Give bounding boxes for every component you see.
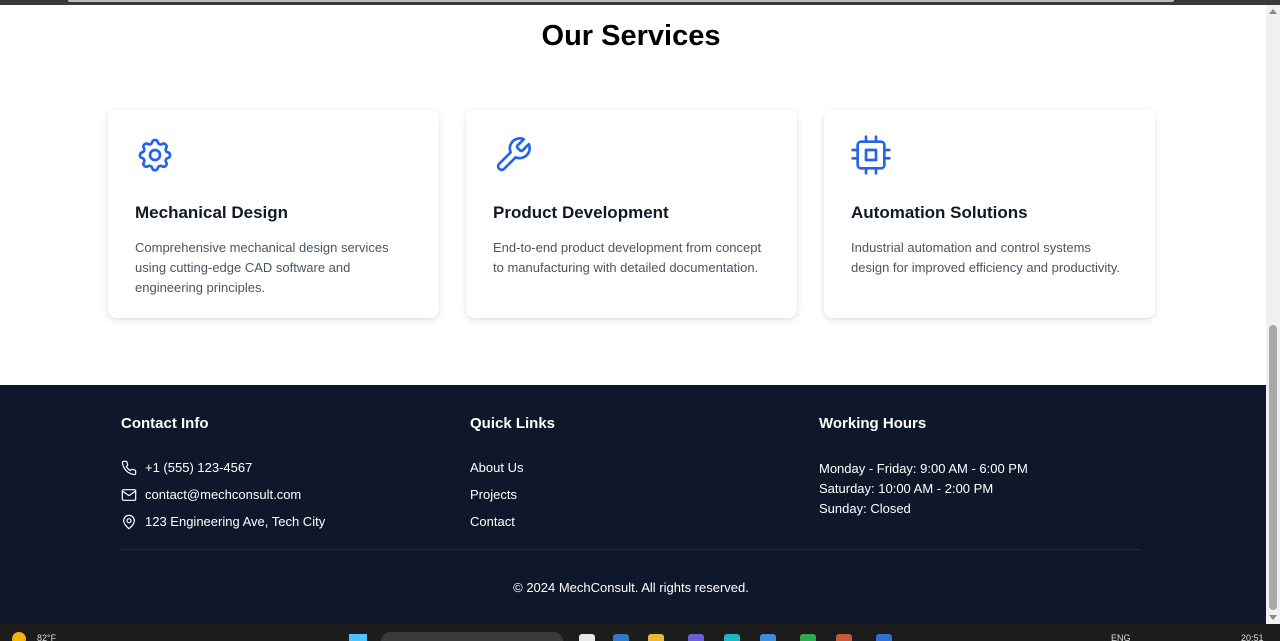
taskbar-app-icon[interactable] bbox=[688, 634, 704, 641]
contact-phone[interactable]: +1 (555) 123-4567 bbox=[121, 454, 325, 481]
address-bar-edge[interactable] bbox=[68, 0, 1174, 2]
gear-icon bbox=[135, 135, 175, 175]
service-description: Industrial automation and control system… bbox=[851, 240, 1121, 275]
phone-icon bbox=[121, 460, 137, 476]
taskbar-search-box[interactable] bbox=[381, 632, 563, 641]
scroll-down-arrow-icon[interactable] bbox=[1269, 615, 1277, 620]
windows-start-icon[interactable] bbox=[349, 634, 367, 641]
quick-links-heading: Quick Links bbox=[470, 415, 556, 432]
folder-icon[interactable] bbox=[648, 634, 664, 641]
footer-link-projects[interactable]: Projects bbox=[470, 481, 555, 508]
map-pin-icon bbox=[121, 514, 137, 530]
service-card-mechanical-design: Mechanical Design Comprehensive mechanic… bbox=[108, 110, 439, 318]
contact-info-heading: Contact Info bbox=[121, 415, 209, 432]
hours-weekdays: Monday - Friday: 9:00 AM - 6:00 PM bbox=[819, 461, 1028, 476]
taskbar-app-icon[interactable] bbox=[613, 634, 629, 641]
email-address: contact@mechconsult.com bbox=[145, 487, 302, 502]
weather-sun-icon[interactable] bbox=[12, 632, 26, 641]
contact-email[interactable]: contact@mechconsult.com bbox=[121, 481, 325, 508]
contact-info-column: Contact Info +1 (555) 123-4567 contact@m… bbox=[121, 415, 325, 535]
page-scrollbar[interactable] bbox=[1266, 5, 1280, 624]
page-viewport: Our Services Mechanical Design Comprehen… bbox=[0, 5, 1266, 624]
service-description: End-to-end product development from conc… bbox=[493, 240, 762, 275]
wrench-icon bbox=[493, 135, 533, 175]
os-taskbar: 82°F ENG 20:51 bbox=[0, 624, 1280, 641]
hours-sunday: Sunday: Closed bbox=[819, 501, 911, 516]
copyright-text: © 2024 MechConsult. All rights reserved. bbox=[513, 580, 749, 595]
mail-icon bbox=[121, 487, 137, 503]
taskbar-app-icon[interactable] bbox=[876, 634, 892, 641]
street-address: 123 Engineering Ave, Tech City bbox=[145, 514, 326, 529]
taskbar-app-icon[interactable] bbox=[836, 634, 852, 641]
cpu-chip-icon bbox=[851, 135, 891, 175]
service-card-product-development: Product Development End-to-end product d… bbox=[466, 110, 797, 318]
service-description: Comprehensive mechanical design services… bbox=[135, 240, 389, 295]
scroll-up-arrow-icon[interactable] bbox=[1269, 9, 1277, 14]
footer-divider bbox=[121, 549, 1141, 550]
taskbar-app-icon[interactable] bbox=[800, 634, 816, 641]
contact-address: 123 Engineering Ave, Tech City bbox=[121, 508, 325, 535]
taskbar-clock[interactable]: 20:51 bbox=[1241, 633, 1264, 641]
service-title: Automation Solutions bbox=[851, 203, 1028, 222]
service-title: Mechanical Design bbox=[135, 203, 289, 222]
footer-link-about-us[interactable]: About Us bbox=[470, 454, 555, 481]
working-hours-heading: Working Hours bbox=[819, 415, 927, 432]
taskbar-app-icon[interactable] bbox=[760, 634, 776, 641]
weather-temperature[interactable]: 82°F bbox=[37, 633, 56, 641]
taskbar-app-icon[interactable] bbox=[579, 634, 595, 641]
site-footer: Contact Info +1 (555) 123-4567 contact@m… bbox=[0, 385, 1266, 624]
phone-number: +1 (555) 123-4567 bbox=[145, 460, 253, 475]
scrollbar-thumb[interactable] bbox=[1269, 325, 1277, 610]
footer-link-contact[interactable]: Contact bbox=[470, 508, 555, 535]
taskbar-app-icon[interactable] bbox=[724, 634, 740, 641]
service-title: Product Development bbox=[493, 203, 669, 222]
service-card-automation-solutions: Automation Solutions Industrial automati… bbox=[824, 110, 1155, 318]
services-heading: Our Services bbox=[541, 20, 721, 52]
hours-saturday: Saturday: 10:00 AM - 2:00 PM bbox=[819, 481, 994, 496]
input-language[interactable]: ENG bbox=[1111, 633, 1131, 641]
quick-links-column: Quick Links About Us Projects Contact bbox=[470, 415, 555, 535]
working-hours-column: Working Hours Monday - Friday: 9:00 AM -… bbox=[819, 415, 1028, 519]
